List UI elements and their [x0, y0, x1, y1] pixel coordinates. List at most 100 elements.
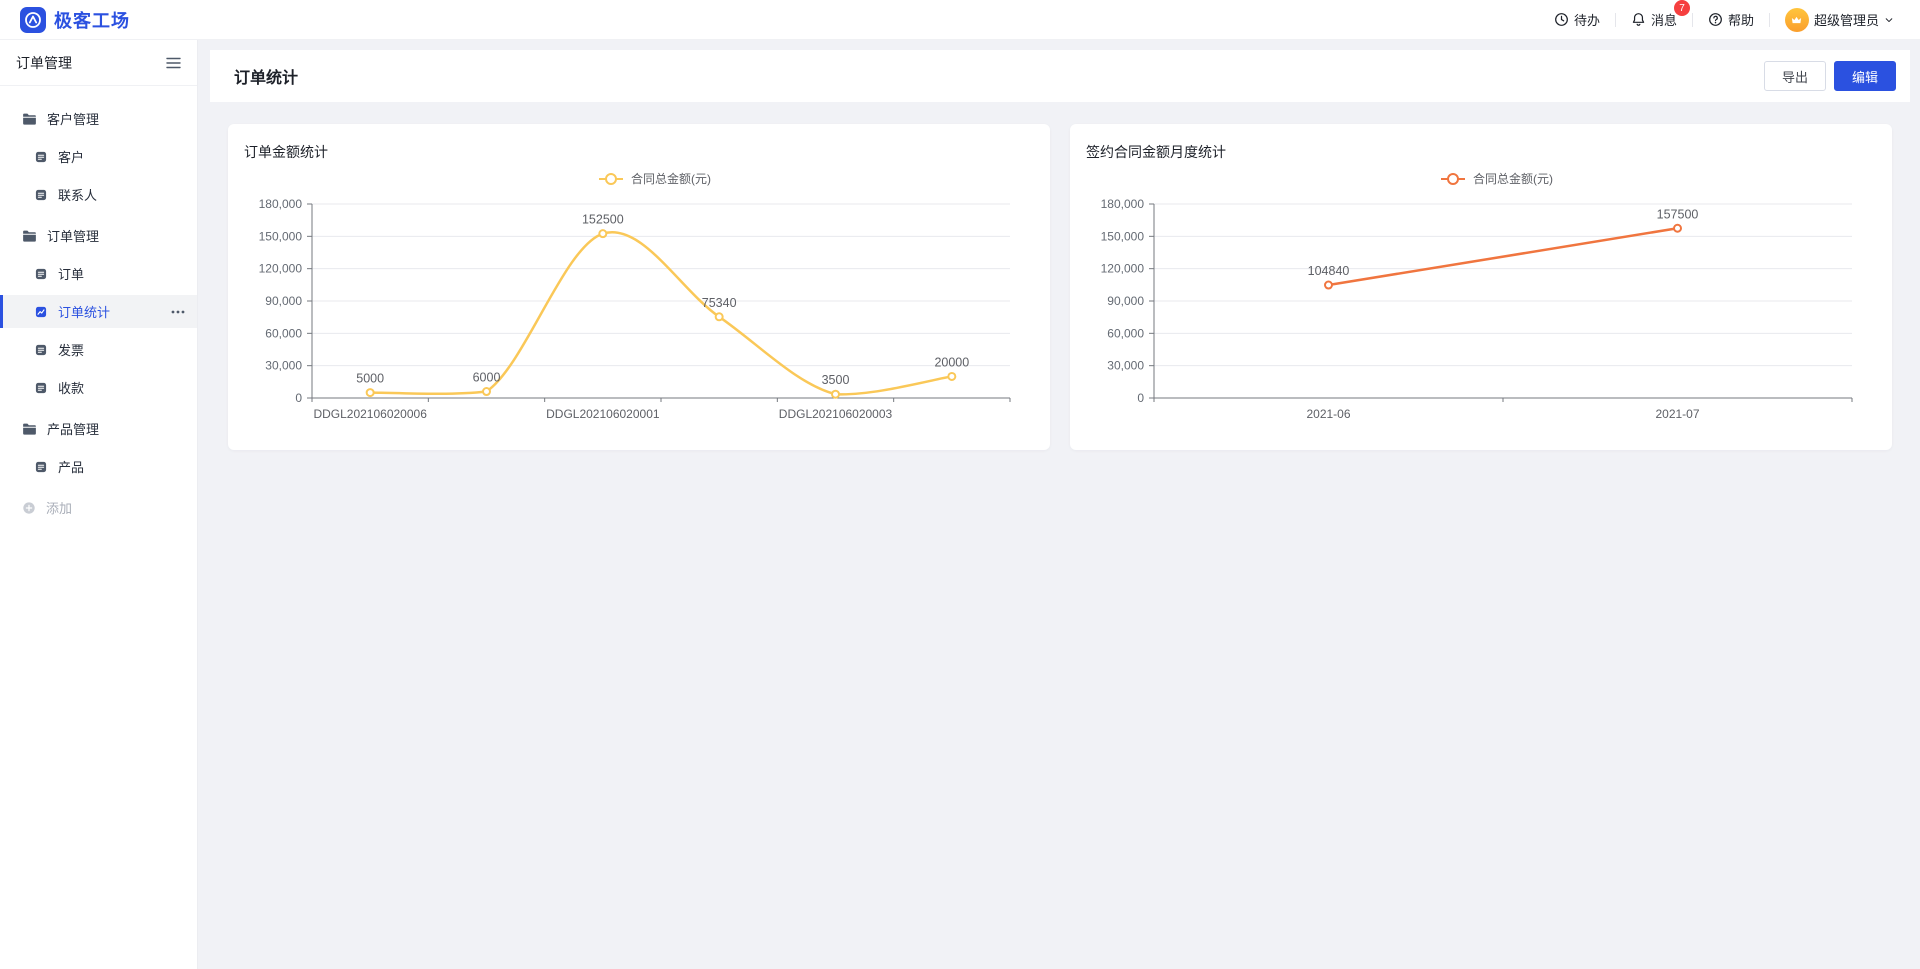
messages-badge: 7	[1674, 0, 1690, 16]
sidebar-item-orders[interactable]: 订单	[0, 257, 197, 290]
sidebar-item-contacts[interactable]: 联系人	[0, 178, 197, 211]
doc-icon	[34, 460, 48, 474]
sidebar-item-label: 联系人	[58, 185, 97, 204]
sidebar-item-label: 订单	[58, 264, 84, 283]
sidebar-item-label: 发票	[58, 340, 84, 359]
svg-text:157500: 157500	[1657, 207, 1699, 221]
svg-text:0: 0	[1137, 391, 1144, 405]
export-button[interactable]: 导出	[1764, 61, 1826, 91]
chart-canvas[interactable]: 合同总金额(元)030,00060,00090,000120,000150,00…	[1086, 166, 1876, 434]
chart-title: 订单金额统计	[244, 142, 1034, 162]
svg-text:60,000: 60,000	[265, 326, 302, 340]
svg-text:150,000: 150,000	[259, 229, 303, 243]
svg-text:150,000: 150,000	[1101, 229, 1145, 243]
header-buttons: 导出 编辑	[1764, 61, 1896, 91]
collapse-sidebar-icon[interactable]	[166, 57, 181, 69]
svg-text:152500: 152500	[582, 213, 624, 227]
messages-menu-item[interactable]: 消息 7	[1631, 10, 1677, 29]
doc-icon	[34, 343, 48, 357]
svg-text:180,000: 180,000	[1101, 197, 1145, 211]
sidebar-item-payments[interactable]: 收款	[0, 371, 197, 404]
sidebar-item-label: 收款	[58, 378, 84, 397]
folder-icon	[22, 112, 37, 126]
clock-icon	[1554, 12, 1569, 27]
sidebar-item-order-statistics[interactable]: 订单统计	[0, 295, 197, 328]
svg-text:20000: 20000	[934, 355, 969, 369]
svg-text:0: 0	[295, 391, 302, 405]
todo-menu-item[interactable]: 待办	[1554, 10, 1600, 29]
svg-text:120,000: 120,000	[1101, 262, 1145, 276]
avatar	[1785, 8, 1809, 32]
app-logo[interactable]: 极客工场	[20, 7, 130, 33]
chart-title: 签约合同金额月度统计	[1086, 142, 1876, 162]
sidebar-item-label: 产品	[58, 457, 84, 476]
svg-text:DDGL202106020001: DDGL202106020001	[546, 407, 660, 421]
doc-icon	[34, 381, 48, 395]
divider	[1615, 13, 1616, 27]
doc-icon	[34, 188, 48, 202]
sidebar-item-label: 产品管理	[47, 419, 99, 438]
help-menu-item[interactable]: 帮助	[1708, 10, 1754, 29]
folder-icon	[22, 229, 37, 243]
more-actions-icon[interactable]	[171, 310, 185, 314]
svg-text:180,000: 180,000	[259, 197, 303, 211]
chart-canvas[interactable]: 合同总金额(元) 0 30,000 60,000 90,000 120,000 150,00…	[244, 166, 1034, 434]
svg-text:75340: 75340	[702, 296, 737, 310]
plus-circle-icon	[22, 501, 36, 515]
svg-text:2021-06: 2021-06	[1306, 407, 1350, 421]
main-area: 订单统计 导出 编辑 订单金额统计 合同总金额(元) 0 30,000 60,000 9…	[198, 40, 1920, 969]
svg-text:合同总金额(元): 合同总金额(元)	[631, 171, 711, 186]
svg-text:90,000: 90,000	[265, 294, 302, 308]
sidebar-header: 订单管理	[0, 40, 197, 86]
svg-text:60,000: 60,000	[1107, 326, 1144, 340]
svg-text:30,000: 30,000	[265, 359, 302, 373]
user-name: 超级管理员	[1814, 10, 1879, 29]
doc-icon	[34, 267, 48, 281]
sidebar: 订单管理 客户管理客户联系人订单管理订单订单统计发票收款产品管理产品添加	[0, 40, 198, 969]
sidebar-menu: 客户管理客户联系人订单管理订单订单统计发票收款产品管理产品添加	[0, 86, 197, 537]
chart-icon	[34, 305, 48, 319]
page-header: 订单统计 导出 编辑	[210, 50, 1910, 102]
crown-icon	[1790, 13, 1803, 26]
sidebar-item-customer-management[interactable]: 客户管理	[0, 102, 197, 135]
top-navbar: 极客工场 待办 消息 7	[0, 0, 1920, 40]
question-circle-icon	[1708, 12, 1723, 27]
sidebar-item-product-management[interactable]: 产品管理	[0, 412, 197, 445]
svg-text:104840: 104840	[1308, 264, 1350, 278]
edit-button[interactable]: 编辑	[1834, 61, 1896, 91]
brand-name: 极客工场	[54, 7, 130, 33]
navbar-right: 待办 消息 7 帮助	[1554, 8, 1894, 32]
svg-text:DDGL202106020003: DDGL202106020003	[779, 407, 893, 421]
svg-text:DDGL202106020006: DDGL202106020006	[313, 407, 427, 421]
divider	[1692, 13, 1693, 27]
messages-label: 消息	[1651, 10, 1677, 29]
svg-text:合同总金额(元): 合同总金额(元)	[1473, 171, 1553, 186]
sidebar-item-label: 客户管理	[47, 109, 99, 128]
doc-icon	[34, 150, 48, 164]
sidebar-item-invoices[interactable]: 发票	[0, 333, 197, 366]
sidebar-item-order-management[interactable]: 订单管理	[0, 219, 197, 252]
user-menu[interactable]: 超级管理员	[1785, 8, 1894, 32]
svg-text:30,000: 30,000	[1107, 359, 1144, 373]
sidebar-item-label: 客户	[58, 147, 84, 166]
sidebar-item-label: 订单管理	[47, 226, 99, 245]
page-title: 订单统计	[234, 64, 298, 88]
svg-text:3500: 3500	[822, 373, 850, 387]
chart-card-order-amount: 订单金额统计 合同总金额(元) 0 30,000 60,000 90,000 120,00…	[228, 124, 1050, 450]
todo-label: 待办	[1574, 10, 1600, 29]
svg-text:2021-07: 2021-07	[1655, 407, 1699, 421]
sidebar-title: 订单管理	[16, 53, 72, 73]
chart-card-monthly-contract: 签约合同金额月度统计 合同总金额(元)030,00060,00090,00012…	[1070, 124, 1892, 450]
bell-icon	[1631, 12, 1646, 27]
sidebar-item-add[interactable]: 添加	[0, 491, 197, 524]
sidebar-item-customers[interactable]: 客户	[0, 140, 197, 173]
sidebar-item-label: 添加	[46, 498, 72, 517]
sidebar-item-label: 订单统计	[58, 302, 110, 321]
folder-icon	[22, 422, 37, 436]
divider	[1769, 13, 1770, 27]
svg-text:120,000: 120,000	[259, 262, 303, 276]
chevron-down-icon	[1884, 15, 1894, 25]
help-label: 帮助	[1728, 10, 1754, 29]
sidebar-item-products[interactable]: 产品	[0, 450, 197, 483]
charts-row: 订单金额统计 合同总金额(元) 0 30,000 60,000 90,000 120,00…	[210, 102, 1910, 472]
